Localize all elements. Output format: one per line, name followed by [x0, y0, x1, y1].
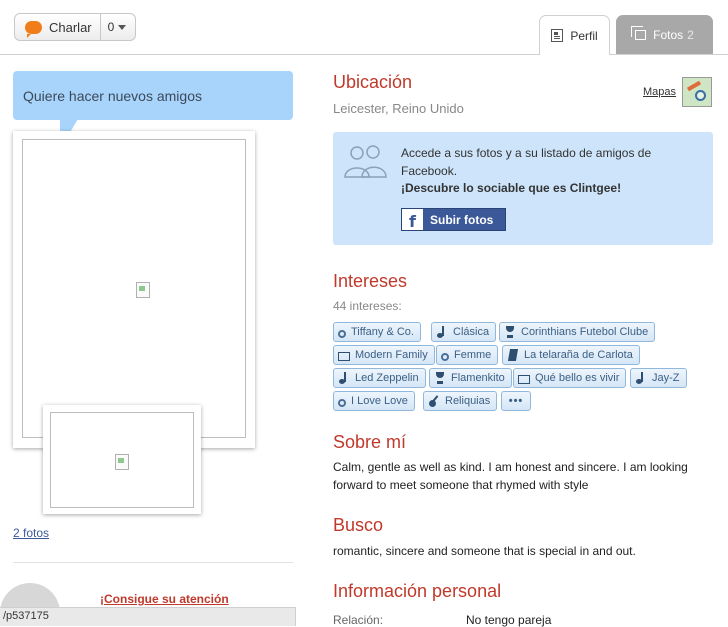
tab-fotos-label: Fotos [653, 28, 684, 42]
interest-tag-label: Tiffany & Co. [351, 326, 414, 338]
interest-tag-label: I Love Love [351, 395, 408, 407]
maps-link[interactable]: Mapas [643, 86, 676, 98]
profile-doc-icon [551, 29, 564, 42]
interest-tag[interactable]: Led Zeppelin [333, 368, 426, 388]
tab-fotos-count: 2 [687, 28, 694, 42]
location-value: Leicester, Reino Unido [333, 101, 464, 116]
seeking-text: romantic, sincere and someone that is sp… [333, 544, 636, 558]
interest-tag[interactable]: Flamenkito [429, 368, 512, 388]
tab-divider [0, 54, 728, 55]
interest-tag[interactable]: Clásica [431, 322, 497, 342]
more-interests-label: ••• [508, 395, 524, 407]
relationship-value: No tengo pareja [466, 613, 552, 627]
interest-tag-label: Led Zeppelin [355, 372, 419, 384]
broken-image-icon [136, 282, 150, 298]
chat-button[interactable]: Charlar 0 [14, 13, 136, 41]
interest-tag[interactable]: I Love Love [333, 391, 415, 411]
interest-tag[interactable]: Modern Family [333, 345, 435, 365]
facebook-line1: Accede a sus fotos y a su listado de ami… [401, 146, 652, 178]
facebook-icon: f [402, 209, 423, 230]
chat-count: 0 [107, 20, 115, 34]
interest-tag-label: Clásica [453, 326, 490, 338]
interest-tag-label: Femme [454, 349, 492, 361]
about-text: Calm, gentle as well as kind. I am hones… [333, 460, 688, 492]
friends-icon [344, 145, 387, 178]
main-photo[interactable] [22, 139, 246, 438]
interest-tag[interactable]: Reliquias [423, 391, 498, 411]
interest-tag-label: Reliquias [445, 395, 491, 407]
tab-perfil[interactable]: Perfil [539, 15, 610, 55]
upload-photos-label: Subir fotos [430, 212, 494, 227]
chevron-down-icon[interactable] [118, 24, 127, 30]
thumbnail-photo[interactable] [50, 412, 194, 508]
thumbnail-photo-frame[interactable] [43, 405, 201, 514]
interest-tag-label: Modern Family [355, 349, 428, 361]
status-speech-bubble: Quiere hacer nuevos amigos [13, 71, 293, 120]
ring-icon [338, 329, 346, 338]
interest-tag-label: Corinthians Futebol Clube [521, 326, 649, 338]
browser-status-bar: /p537175 [0, 607, 296, 626]
interest-tag[interactable]: Qué bello es vivir [513, 368, 627, 388]
chat-bubble-icon [25, 20, 42, 38]
interest-tag[interactable]: Femme [436, 345, 499, 365]
photos-icon [631, 26, 647, 40]
interest-tag-label: Jay-Z [652, 372, 680, 384]
music-note-icon [436, 326, 448, 338]
photos-count-link[interactable]: 2 fotos [13, 526, 49, 540]
facebook-line2: ¡Descubre lo sociable que es Clintgee! [401, 181, 622, 195]
interest-tag[interactable]: Jay-Z [630, 368, 687, 388]
main-photo-frame[interactable] [13, 131, 255, 448]
trophy-icon [504, 326, 516, 338]
get-attention-link[interactable]: ¡Consigue su atención [100, 592, 229, 606]
ring-icon [338, 398, 346, 407]
location-heading: Ubicación [333, 72, 413, 92]
tab-fotos[interactable]: Fotos 2 [616, 15, 713, 55]
music-note-icon [338, 372, 350, 384]
book-icon [507, 349, 519, 361]
trophy-icon [434, 372, 446, 384]
more-interests-button[interactable]: ••• [501, 391, 531, 411]
interests-heading: Intereses [333, 271, 408, 291]
facebook-promo-box: Accede a sus fotos y a su listado de ami… [333, 132, 713, 245]
interest-tag[interactable]: Tiffany & Co. [333, 322, 421, 342]
chat-label: Charlar [49, 19, 92, 35]
personal-info-heading: Información personal [333, 581, 502, 601]
map-icon[interactable] [682, 77, 712, 107]
upload-photos-button[interactable]: f Subir fotos [401, 208, 506, 231]
left-divider [13, 562, 293, 563]
facebook-text: Accede a sus fotos y a su listado de ami… [401, 145, 701, 198]
interest-tag-label: La telaraña de Carlota [524, 349, 633, 361]
relationship-label: Relación: [333, 613, 384, 627]
tv-icon [518, 374, 530, 384]
ring-icon [441, 352, 449, 361]
interest-tag[interactable]: Corinthians Futebol Clube [499, 322, 656, 342]
interest-tag-label: Qué bello es vivir [535, 372, 620, 384]
tv-icon [338, 351, 350, 361]
seeking-heading: Busco [333, 515, 384, 535]
music-note-icon [635, 372, 647, 384]
chat-main[interactable]: Charlar [15, 14, 101, 40]
status-url: /p537175 [3, 610, 49, 622]
tab-perfil-label: Perfil [570, 28, 598, 43]
speech-text: Quiere hacer nuevos amigos [23, 87, 202, 104]
interests-count: 44 intereses: [333, 299, 402, 313]
broken-image-icon [115, 454, 129, 470]
guitar-icon [428, 395, 440, 407]
interest-tag[interactable]: La telaraña de Carlota [502, 345, 640, 365]
about-heading: Sobre mí [333, 432, 407, 452]
interest-tag-label: Flamenkito [451, 372, 505, 384]
